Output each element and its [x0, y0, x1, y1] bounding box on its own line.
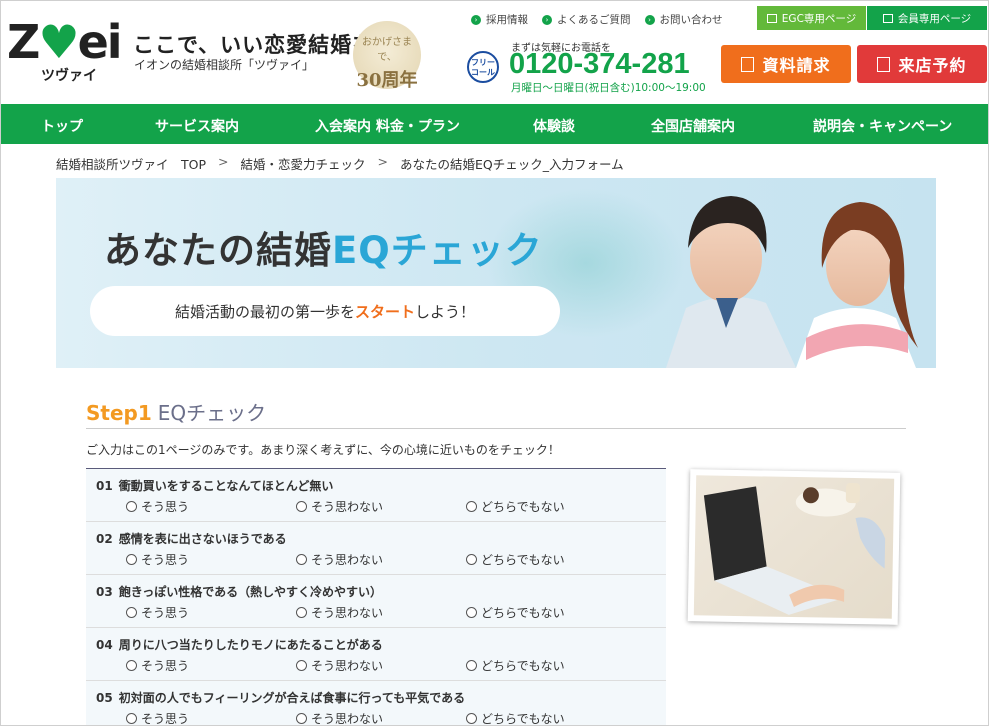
chevron-right-icon: ›: [644, 14, 655, 25]
question-text: 01 衝動買いをすることなんてほとんど無い: [96, 479, 334, 493]
nav-stores[interactable]: 全国店舗案内: [651, 116, 735, 136]
option-neutral[interactable]: どちらでもない: [466, 498, 636, 515]
answer-options: そう思う そう思わない どちらでもない: [96, 498, 656, 515]
hero-subtitle: 結婚活動の最初の第一歩を スタート しよう！: [90, 286, 560, 336]
answer-options: そう思う そう思わない どちらでもない: [96, 604, 656, 621]
option-neutral[interactable]: どちらでもない: [466, 551, 636, 568]
radio-button[interactable]: [296, 660, 307, 671]
member-page-button[interactable]: 会員専用ページ: [867, 6, 987, 30]
chevron-right-icon: ›: [471, 14, 481, 25]
breadcrumb-current: あなたの結婚EQチェック_入力フォーム: [400, 157, 624, 172]
nav-services[interactable]: サービス案内: [155, 116, 239, 136]
question-list: 01 衝動買いをすることなんてほとんど無い そう思う そう思わない どちらでもない…: [86, 468, 666, 725]
answer-options: そう思う そう思わない どちらでもない: [96, 551, 656, 568]
toplink-recruit[interactable]: › 採用情報: [471, 12, 528, 27]
option-neutral[interactable]: どちらでもない: [466, 604, 636, 621]
anniversary-badge: おかげさまで、 30周年: [353, 21, 421, 91]
radio-button[interactable]: [466, 501, 477, 512]
step-description: ご入力はこの1ページのみです。あまり深く考えずに、今の心境に近いものをチェック！: [86, 443, 560, 457]
laptop-photo-image: [693, 475, 895, 619]
page-frame: Z♥ei ツヴァイ ここで、いい恋愛結婚を。 イオンの結婚相談所「ツヴァイ」 お…: [0, 0, 989, 726]
question-text: 03 飽きっぽい性格である（熱しやすく冷めやすい）: [96, 585, 382, 599]
laptop-illustration: [703, 482, 886, 615]
option-agree[interactable]: そう思う: [126, 604, 296, 621]
site-header: Z♥ei ツヴァイ ここで、いい恋愛結婚を。 イオンの結婚相談所「ツヴァイ」 お…: [1, 1, 988, 104]
chevron-right-icon: ›: [542, 14, 552, 25]
utility-links: › 採用情報 › よくあるご質問 › お問い合わせ: [471, 12, 723, 27]
option-agree[interactable]: そう思う: [126, 657, 296, 674]
anniversary-number: 30周年: [356, 70, 418, 91]
option-disagree[interactable]: そう思わない: [296, 604, 466, 621]
step-divider: [86, 428, 906, 429]
option-agree[interactable]: そう思う: [126, 498, 296, 515]
logo-wordmark: Z♥ei: [7, 15, 123, 69]
question-row: 05 初対面の人でもフィーリングが合えば食事に行っても平気である そう思う そう思…: [86, 681, 666, 725]
radio-button[interactable]: [296, 607, 307, 618]
step-heading: Step1 EQチェック: [86, 401, 267, 425]
radio-button[interactable]: [296, 554, 307, 565]
option-disagree[interactable]: そう思わない: [296, 551, 466, 568]
egc-page-button[interactable]: EGC専用ページ: [757, 6, 866, 30]
answer-options: そう思う そう思わない どちらでもない: [96, 657, 656, 674]
laptop-photo: [687, 469, 901, 625]
breadcrumb-sep: >: [377, 154, 388, 169]
nav-stories[interactable]: 体験談: [533, 116, 575, 136]
radio-button[interactable]: [466, 660, 477, 671]
question-text: 02 感情を表に出さないほうである: [96, 532, 287, 546]
couple-photo: [666, 196, 918, 368]
logo-kana: ツヴァイ: [41, 68, 97, 84]
radio-button[interactable]: [466, 554, 477, 565]
breadcrumb-check[interactable]: 結婚・恋愛力チェック: [241, 154, 366, 173]
freecall-icon: フリーコール: [467, 51, 499, 83]
answer-options: そう思う そう思わない どちらでもない: [96, 710, 656, 725]
external-window-icon: [766, 13, 777, 23]
option-neutral[interactable]: どちらでもない: [466, 657, 636, 674]
question-text: 04 周りに八つ当たりしたりモノにあたることがある: [96, 638, 383, 652]
question-text: 05 初対面の人でもフィーリングが合えば食事に行っても平気である: [96, 691, 466, 705]
radio-button[interactable]: [466, 607, 477, 618]
nav-top[interactable]: トップ: [41, 116, 83, 136]
main-nav: トップ サービス案内 入会案内 料金・プラン 体験談 全国店舗案内 説明会・キャ…: [1, 104, 988, 144]
radio-button[interactable]: [296, 713, 307, 724]
toplink-contact[interactable]: › お問い合わせ: [644, 12, 723, 27]
radio-button[interactable]: [296, 501, 307, 512]
option-disagree[interactable]: そう思わない: [296, 657, 466, 674]
phone-hours: 月曜日〜日曜日(祝日含む)10:00〜19:00: [511, 82, 706, 94]
radio-button[interactable]: [126, 713, 137, 724]
document-icon: [741, 56, 755, 72]
hero-title: あなたの結婚EQチェック: [104, 229, 543, 272]
radio-button[interactable]: [126, 554, 137, 565]
radio-button[interactable]: [126, 501, 137, 512]
option-neutral[interactable]: どちらでもない: [466, 710, 636, 725]
external-window-icon: [882, 13, 893, 23]
question-row: 04 周りに八つ当たりしたりモノにあたることがある そう思う そう思わない どちら…: [86, 628, 666, 681]
visit-reservation-button[interactable]: 来店予約: [857, 45, 987, 83]
radio-button[interactable]: [466, 713, 477, 724]
question-row: 02 感情を表に出さないほうである そう思う そう思わない どちらでもない: [86, 522, 666, 575]
toplink-faq[interactable]: › よくあるご質問: [542, 12, 631, 27]
question-row: 01 衝動買いをすることなんてほとんど無い そう思う そう思わない どちらでもない: [86, 469, 666, 522]
phone-number[interactable]: 0120-374-281: [509, 49, 690, 79]
calendar-icon: [877, 56, 891, 72]
anniversary-top: おかげさまで、: [362, 37, 412, 63]
breadcrumb-sep: >: [218, 154, 229, 169]
request-materials-button[interactable]: 資料請求: [721, 45, 851, 83]
option-disagree[interactable]: そう思わない: [296, 498, 466, 515]
nav-plans[interactable]: 入会案内 料金・プラン: [315, 116, 460, 136]
radio-button[interactable]: [126, 607, 137, 618]
radio-button[interactable]: [126, 660, 137, 671]
breadcrumb-home[interactable]: 結婚相談所ツヴァイ TOP: [56, 154, 206, 173]
hero-banner: あなたの結婚EQチェック 結婚活動の最初の第一歩を スタート しよう！: [56, 178, 936, 368]
breadcrumb: 結婚相談所ツヴァイ TOP > 結婚・恋愛力チェック > あなたの結婚EQチェッ…: [56, 154, 624, 173]
option-agree[interactable]: そう思う: [126, 551, 296, 568]
logo[interactable]: Z♥ei ツヴァイ: [7, 19, 127, 89]
subtagline: イオンの結婚相談所「ツヴァイ」: [134, 58, 315, 72]
option-disagree[interactable]: そう思わない: [296, 710, 466, 725]
question-row: 03 飽きっぽい性格である（熱しやすく冷めやすい） そう思う そう思わない どちら…: [86, 575, 666, 628]
option-agree[interactable]: そう思う: [126, 710, 296, 725]
nav-campaign[interactable]: 説明会・キャンペーン: [813, 116, 952, 136]
